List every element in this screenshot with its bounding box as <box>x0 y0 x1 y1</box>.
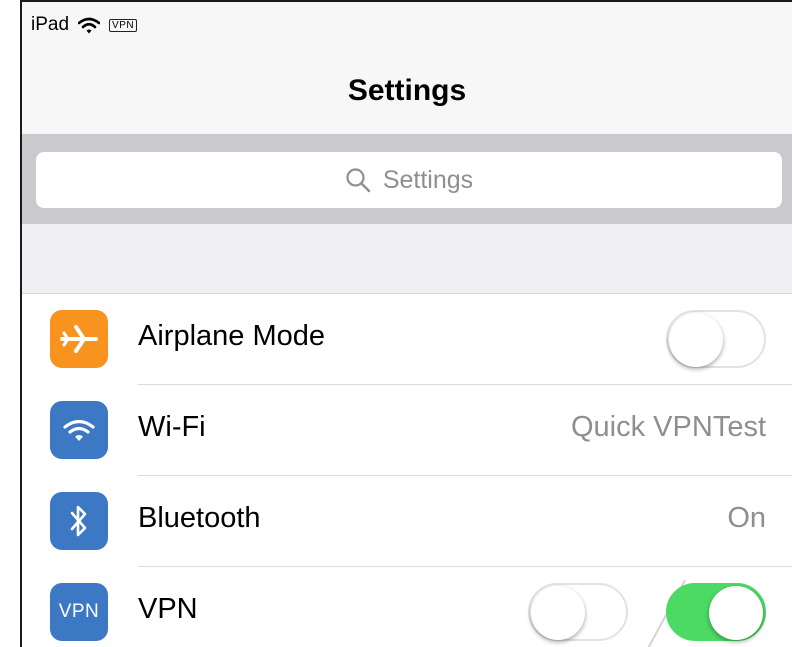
section-spacer <box>22 224 792 294</box>
settings-row-label: Airplane Mode <box>138 320 325 352</box>
toggle-knob <box>709 586 763 640</box>
settings-list: Airplane Mode Wi-Fi Quick VPNTest Blueto… <box>22 294 792 647</box>
settings-row-vpn[interactable]: VPN VPN <box>22 567 792 647</box>
settings-screen: iPad VPN Settings Settings Airplane Mode… <box>20 0 792 647</box>
airplane-mode-toggle[interactable] <box>666 310 766 368</box>
settings-row-label: Bluetooth <box>138 502 261 534</box>
airplane-icon <box>50 310 108 368</box>
vpn-icon: VPN <box>50 583 108 641</box>
vpn-icon-text: VPN <box>58 601 100 622</box>
settings-row-wifi[interactable]: Wi-Fi Quick VPNTest <box>22 385 792 476</box>
search-bar-container: Settings <box>22 134 792 224</box>
search-placeholder: Settings <box>382 165 474 194</box>
wifi-network-value: Quick VPNTest <box>571 411 766 443</box>
vpn-status-badge: VPN <box>109 18 138 32</box>
settings-row-label: Wi-Fi <box>138 411 206 443</box>
settings-row-bluetooth[interactable]: Bluetooth On <box>22 476 792 567</box>
status-bar: iPad VPN <box>31 14 138 36</box>
vpn-toggle-on-state[interactable] <box>666 583 766 641</box>
settings-row-label: VPN <box>138 593 198 625</box>
search-icon <box>345 167 371 193</box>
bluetooth-status-value: On <box>727 502 766 534</box>
toggle-knob <box>669 313 723 367</box>
toggle-knob <box>531 586 585 640</box>
settings-row-airplane-mode[interactable]: Airplane Mode <box>22 294 792 385</box>
device-name: iPad <box>31 14 70 35</box>
navigation-bar: iPad VPN Settings <box>22 2 792 134</box>
wifi-icon <box>50 401 108 459</box>
wifi-status-icon <box>78 17 101 34</box>
bluetooth-icon <box>50 492 108 550</box>
page-title: Settings <box>347 74 467 107</box>
search-input[interactable]: Settings <box>36 152 782 208</box>
vpn-toggle-off-state[interactable] <box>528 583 628 641</box>
